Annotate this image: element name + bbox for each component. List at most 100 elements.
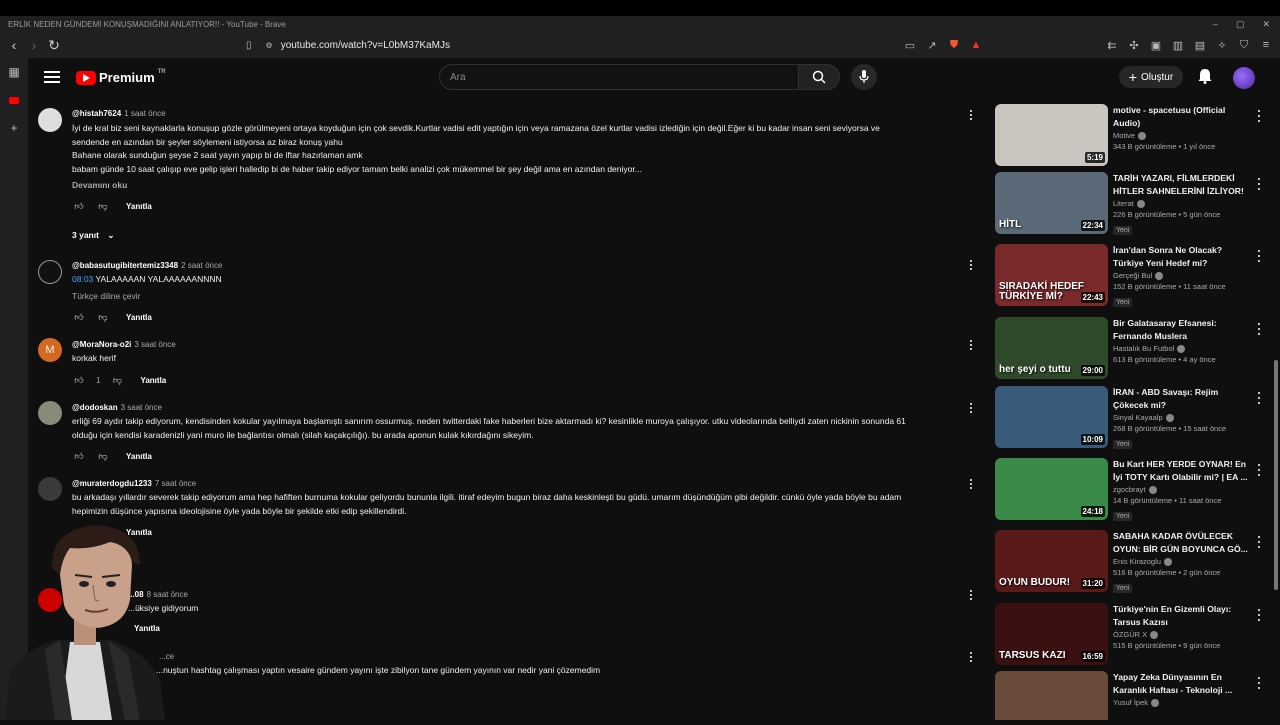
recommended-video[interactable]: Yapay Zeka Dünyasının En Karanlık Haftas… [995,671,1265,720]
comment-time[interactable]: 2 saat önce [181,261,222,270]
channel-name[interactable]: Gerçeği Bul [1113,271,1152,280]
brave-rewards-icon[interactable]: ▲ [968,35,984,55]
video-thumbnail[interactable]: HİTL 22:34 [995,172,1108,234]
recommended-video[interactable]: 24:18 Bu Kart HER YERDE OYNAR! En İyi TOT… [995,458,1265,526]
leo-icon[interactable]: ✧ [1214,35,1230,55]
read-more-link[interactable]: Devamını oku [72,180,127,190]
comment-menu-icon[interactable] [967,477,975,491]
comment-author[interactable]: @muraterdogdu1233 [72,479,152,488]
video-menu-icon[interactable] [1258,178,1262,190]
comment-author[interactable]: @MoraNora-o2i [72,340,131,349]
video-title[interactable]: SABAHA KADAR ÖVÜLECEK OYUN: BİR GÜN BOYU… [1113,530,1253,556]
site-info-icon[interactable]: ⚙ [266,41,273,50]
comment-menu-icon[interactable] [967,338,975,352]
channel-name[interactable]: Enis Kirazoglu [1113,557,1161,566]
commenter-avatar[interactable] [38,108,62,132]
dislike-icon[interactable]: 👎︎ [96,450,110,462]
recommended-video[interactable]: TARSUS KAZI 16:59 Türkiye'nin En Gizemli O… [995,603,1265,671]
recommended-video[interactable]: OYUN BUDUR! 31:20 SABAHA KADAR ÖVÜLECEK OY… [995,530,1265,598]
hamburger-menu-icon[interactable] [44,68,60,88]
new-tab-icon[interactable]: + [0,114,28,142]
screenshot-icon[interactable]: ▣ [1148,35,1164,55]
like-icon[interactable]: 👍︎ [72,450,86,462]
recommended-video[interactable]: her şeyi o tuttu 29:00 Bir Galatasaray Efs… [995,317,1265,385]
dislike-icon[interactable]: 👎︎ [110,374,124,386]
video-menu-icon[interactable] [1258,392,1262,404]
vpn-icon[interactable]: ⛉ [1236,35,1252,55]
voice-search-button[interactable] [851,64,877,90]
video-title[interactable]: Yapay Zeka Dünyasının En Karanlık Haftas… [1113,671,1253,697]
video-menu-icon[interactable] [1258,250,1262,262]
recommended-video[interactable]: 10:09 İRAN - ABD Savaşı: Rejim Çökecek mi… [995,386,1265,454]
video-thumbnail[interactable]: OYUN BUDUR! 31:20 [995,530,1108,592]
video-thumbnail[interactable]: SIRADAKİ HEDEF TÜRKİYE Mİ? 22:43 [995,244,1108,306]
comment-author[interactable]: @babasutugibitertemiz3348 [72,261,178,270]
commenter-avatar[interactable] [38,477,62,501]
recommended-video[interactable]: SIRADAKİ HEDEF TÜRKİYE Mİ? 22:43 İran'dan … [995,244,1265,312]
close-icon[interactable]: ✕ [1262,16,1270,32]
back-icon[interactable]: ‹ [4,35,24,55]
tabs-panel-icon[interactable]: ▦ [0,58,28,86]
comment-time[interactable]: 1 saat önce [124,109,165,118]
video-menu-icon[interactable] [1258,323,1262,335]
recommended-video[interactable]: HİTL 22:34 TARİH YAZARI, FİLMLERDEKİ HİTLE… [995,172,1265,240]
video-title[interactable]: Bir Galatasaray Efsanesi: Fernando Musle… [1113,317,1253,343]
channel-name[interactable]: Hastalık Bu Futbol [1113,344,1174,353]
share-icon[interactable]: ↗ [924,35,940,55]
brave-shields-icon[interactable]: ⛊ [946,35,962,55]
browser-menu-icon[interactable]: ≡ [1258,35,1274,55]
video-thumbnail[interactable]: her şeyi o tuttu 29:00 [995,317,1108,379]
bookmark-icon[interactable]: ▯ [246,40,252,51]
dislike-icon[interactable]: 👎︎ [96,311,110,323]
puzzle-icon[interactable]: ✣ [1126,35,1142,55]
video-thumbnail[interactable]: 10:09 [995,386,1108,448]
search-button[interactable] [798,64,840,90]
video-title[interactable]: Bu Kart HER YERDE OYNAR! En İyi TOTY Kar… [1113,458,1253,484]
reload-icon[interactable]: ↻ [44,35,64,55]
sidebar-toggle-icon[interactable]: ▥ [1170,35,1186,55]
create-button[interactable]: + Oluştur [1119,66,1183,88]
video-title[interactable]: İran'dan Sonra Ne Olacak? Türkiye Yeni H… [1113,244,1253,270]
channel-name[interactable]: Yusuf İpek [1113,698,1148,707]
search-input[interactable]: Ara [439,64,799,90]
channel-name[interactable]: zgocbrayt [1113,485,1146,494]
channel-name[interactable]: Motive [1113,131,1135,140]
reply-button[interactable]: Yanıtla [126,202,152,211]
like-icon[interactable]: 👍︎ [72,374,86,386]
commenter-avatar[interactable]: M [38,338,62,362]
reply-button[interactable]: Yanıtla [140,376,166,385]
commenter-avatar[interactable] [38,401,62,425]
youtube-tab-icon[interactable] [0,86,28,114]
comment-author[interactable]: @dodoskan [72,403,118,412]
translate-link[interactable]: Türkçe diline çevir [72,291,141,301]
comment-author[interactable]: @histah7624 [72,109,121,118]
video-title[interactable]: TARİH YAZARI, FİLMLERDEKİ HİTLER SAHNELE… [1113,172,1253,198]
timestamp-link[interactable]: 08:03 [72,274,93,284]
video-menu-icon[interactable] [1258,536,1262,548]
wallet-icon[interactable]: ▤ [1192,35,1208,55]
comment-menu-icon[interactable] [967,401,975,415]
minimize-icon[interactable]: – [1213,16,1218,32]
page-scrollbar[interactable] [1274,360,1278,590]
commenter-avatar[interactable] [38,260,62,284]
channel-name[interactable]: Literat [1113,199,1134,208]
account-avatar[interactable] [1233,67,1255,89]
dislike-icon[interactable]: 👎︎ [96,200,110,212]
cast-icon[interactable]: ▭ [902,35,918,55]
video-menu-icon[interactable] [1258,110,1262,122]
view-replies-button[interactable]: 3 yanıt ⌄ [72,230,114,241]
recommended-video[interactable]: 5:19 motive - spacetusu (Official Audio) M… [995,104,1265,172]
comment-time[interactable]: 3 saat önce [134,340,175,349]
comment-menu-icon[interactable] [967,650,975,664]
comment-menu-icon[interactable] [967,258,975,272]
video-title[interactable]: Türkiye'nin En Gizemli Olayı: Tarsus Kaz… [1113,603,1253,629]
comment-menu-icon[interactable] [967,108,975,122]
video-menu-icon[interactable] [1258,609,1262,621]
extension-icon[interactable]: ⇇ [1104,35,1120,55]
like-icon[interactable]: 👍︎ [72,311,86,323]
like-icon[interactable]: 👍︎ [72,200,86,212]
video-thumbnail[interactable]: TARSUS KAZI 16:59 [995,603,1108,665]
video-thumbnail[interactable]: 5:19 [995,104,1108,166]
comment-time[interactable]: 3 saat önce [121,403,162,412]
video-title[interactable]: motive - spacetusu (Official Audio) [1113,104,1253,130]
